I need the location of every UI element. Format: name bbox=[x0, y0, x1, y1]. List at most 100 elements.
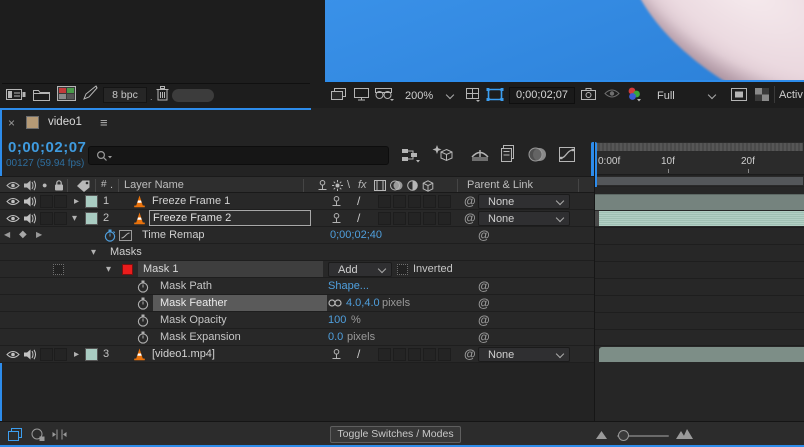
pick-whip-icon[interactable]: @ bbox=[478, 227, 490, 244]
parent-dropdown[interactable]: None bbox=[478, 194, 570, 209]
shy-layers-icon[interactable] bbox=[470, 148, 490, 162]
mask-path-value[interactable]: Shape... bbox=[328, 280, 369, 292]
quality-switch[interactable]: / bbox=[357, 194, 360, 208]
3d-glasses-icon[interactable] bbox=[375, 88, 394, 101]
timeline-zoom-slider-knob[interactable] bbox=[618, 430, 629, 441]
comp-timecode-box[interactable]: 0;00;02;07 bbox=[509, 87, 575, 104]
draft-3d-icon[interactable] bbox=[432, 145, 454, 163]
project-scrollbar-thumb[interactable] bbox=[172, 89, 214, 102]
panel-menu-icon[interactable]: ≡ bbox=[100, 115, 108, 130]
render-time-icon[interactable] bbox=[31, 428, 45, 441]
layer-bar-in-handle[interactable] bbox=[595, 211, 599, 226]
mask-visibility-toggle-icon[interactable] bbox=[486, 87, 504, 102]
twirl-closed-icon[interactable]: ▸ bbox=[74, 346, 79, 363]
label-color-swatch[interactable] bbox=[85, 212, 98, 225]
twirl-open-icon[interactable]: ▾ bbox=[91, 244, 96, 261]
composition-viewport[interactable] bbox=[325, 0, 804, 81]
channel-color-icon[interactable] bbox=[626, 86, 643, 102]
pick-whip-icon[interactable]: @ bbox=[478, 295, 490, 312]
bpc-button[interactable]: 8 bpc bbox=[103, 87, 147, 103]
speaker-icon[interactable] bbox=[24, 349, 36, 360]
fx-switch[interactable] bbox=[378, 195, 391, 208]
layer-bar-video1[interactable] bbox=[599, 347, 804, 362]
lock-toggle[interactable] bbox=[54, 212, 67, 225]
eye-icon[interactable] bbox=[6, 214, 20, 223]
search-input[interactable] bbox=[88, 146, 389, 165]
layer-bar-freeze-frame-1[interactable] bbox=[595, 194, 804, 210]
time-remap-value[interactable]: 0;00;02;40 bbox=[330, 229, 382, 241]
frame-blend-switch[interactable] bbox=[393, 348, 406, 361]
magnification-dropdown[interactable]: 200% bbox=[397, 87, 459, 104]
3d-switch[interactable] bbox=[438, 348, 451, 361]
property-label[interactable]: Time Remap bbox=[142, 229, 205, 241]
motion-blur-switch[interactable] bbox=[408, 212, 421, 225]
fx-switch[interactable] bbox=[378, 212, 391, 225]
motion-blur-icon[interactable] bbox=[528, 147, 547, 162]
stopwatch-icon[interactable] bbox=[137, 297, 149, 310]
shy-switch[interactable] bbox=[331, 349, 342, 360]
mask-inverted-checkbox[interactable] bbox=[397, 264, 408, 275]
pick-whip-icon[interactable]: @ bbox=[464, 193, 476, 210]
twirl-open-icon[interactable]: ▾ bbox=[106, 261, 111, 278]
label-color-swatch[interactable] bbox=[85, 195, 98, 208]
keyframe-next-icon[interactable]: ▶ bbox=[36, 230, 42, 239]
timeline-current-time[interactable]: 0;00;02;07 bbox=[8, 139, 86, 156]
time-ruler[interactable]: 0:00f 10f 20f bbox=[595, 152, 804, 175]
property-label[interactable]: Mask Path bbox=[160, 280, 212, 292]
parent-dropdown[interactable]: None bbox=[478, 211, 570, 226]
speaker-icon[interactable] bbox=[24, 213, 36, 224]
mask-opacity-value[interactable]: 100 bbox=[328, 314, 346, 326]
resolution-dropdown[interactable]: Full bbox=[649, 87, 721, 104]
folder-icon[interactable] bbox=[33, 88, 50, 101]
brush-tool-icon[interactable] bbox=[83, 85, 98, 101]
lock-toggle[interactable] bbox=[54, 348, 67, 361]
velocity-graph-icon[interactable] bbox=[119, 230, 132, 241]
expand-layer-pane-icon[interactable] bbox=[8, 428, 22, 441]
solo-toggle[interactable] bbox=[40, 348, 53, 361]
layer-name[interactable]: [video1.mp4] bbox=[152, 348, 215, 360]
multi-view-icon[interactable] bbox=[331, 88, 346, 101]
stopwatch-icon[interactable] bbox=[137, 280, 149, 293]
label-color-swatch[interactable] bbox=[85, 348, 98, 361]
speaker-icon[interactable] bbox=[24, 196, 36, 207]
solo-toggle[interactable] bbox=[40, 212, 53, 225]
keyframe-diamond-icon[interactable]: ◆ bbox=[19, 229, 27, 240]
adjustment-switch[interactable] bbox=[423, 195, 436, 208]
frame-blending-icon[interactable] bbox=[499, 145, 517, 163]
mask-mode-dropdown[interactable]: Add bbox=[328, 262, 392, 277]
twirl-closed-icon[interactable]: ▸ bbox=[74, 193, 79, 210]
graph-editor-icon[interactable] bbox=[558, 146, 576, 163]
quality-switch[interactable]: / bbox=[357, 211, 360, 225]
group-row-masks[interactable]: ▾ Masks bbox=[0, 244, 594, 261]
adjustment-switch[interactable] bbox=[423, 348, 436, 361]
property-row-mask-feather[interactable]: Mask Feather 4.0,4.0 pixels @ bbox=[0, 295, 594, 312]
property-label[interactable]: Mask Feather bbox=[160, 297, 227, 309]
3d-switch[interactable] bbox=[438, 212, 451, 225]
pick-whip-icon[interactable]: @ bbox=[478, 312, 490, 329]
mask-expansion-value[interactable]: 0.0 bbox=[328, 331, 343, 343]
stopwatch-icon[interactable] bbox=[137, 314, 149, 327]
mask-feather-value[interactable]: 4.0,4.0 bbox=[346, 297, 380, 309]
layer-name[interactable]: Freeze Frame 2 bbox=[153, 212, 231, 224]
monitor-icon[interactable] bbox=[354, 88, 369, 101]
shy-switch[interactable] bbox=[331, 196, 342, 207]
property-row-mask-expansion[interactable]: Mask Expansion 0.0 pixels @ bbox=[0, 329, 594, 346]
adjustment-switch[interactable] bbox=[423, 212, 436, 225]
quality-switch[interactable]: / bbox=[357, 347, 360, 361]
fx-switch[interactable] bbox=[378, 348, 391, 361]
timeline-tab[interactable]: × video1 ≡ bbox=[4, 112, 134, 136]
interpret-footage-icon[interactable] bbox=[6, 88, 26, 101]
property-label-highlight[interactable]: Mask Feather bbox=[153, 295, 327, 311]
time-navigator-bar[interactable] bbox=[595, 142, 804, 152]
grid-guides-icon[interactable] bbox=[465, 88, 481, 102]
mask-color-swatch[interactable] bbox=[122, 264, 133, 275]
zoom-out-mountain-icon[interactable] bbox=[596, 431, 607, 439]
in-out-panes-icon[interactable] bbox=[52, 429, 67, 440]
mask-visibility-checkbox[interactable] bbox=[53, 264, 64, 275]
property-row-mask-path[interactable]: Mask Path Shape... @ bbox=[0, 278, 594, 295]
frame-blend-switch[interactable] bbox=[393, 212, 406, 225]
pick-whip-icon[interactable]: @ bbox=[464, 210, 476, 227]
layer-row-video1[interactable]: ▸ 3 [video1.mp4] / @ None bbox=[0, 346, 594, 363]
layer-bar-freeze-frame-2-selected[interactable] bbox=[595, 211, 804, 226]
property-row-mask-opacity[interactable]: Mask Opacity 100 % @ bbox=[0, 312, 594, 329]
